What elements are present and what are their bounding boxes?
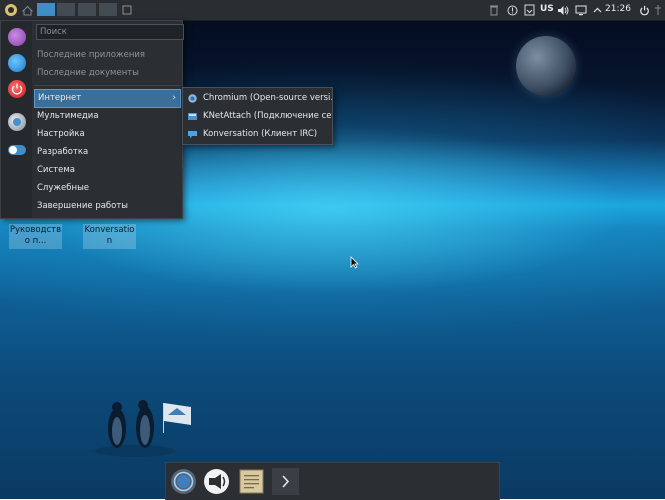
tray-expand-icon[interactable] [592, 2, 602, 18]
info-icon[interactable] [506, 2, 518, 18]
chromium-icon [188, 94, 197, 103]
category-development[interactable]: Разработка [34, 144, 179, 161]
konversation-icon [188, 131, 197, 139]
chevron-right-icon [282, 475, 290, 488]
category-system[interactable]: Система [34, 162, 179, 179]
category-internet[interactable]: Интернет › [34, 89, 181, 108]
submenu-item-konversation[interactable]: Konversation (Клиент IRC) [183, 125, 332, 143]
category-shutdown[interactable]: Завершение работы [34, 198, 179, 215]
knetattach-icon [188, 113, 197, 120]
category-label: Интернет [38, 93, 82, 103]
category-label: Настройка [37, 129, 85, 139]
category-label: Разработка [37, 147, 89, 157]
recent-applications[interactable]: Последние приложения [37, 50, 145, 60]
show-desktop-icon[interactable] [121, 2, 133, 18]
favorite-app-purple-icon[interactable] [8, 28, 26, 46]
category-settings[interactable]: Настройка [34, 126, 179, 143]
category-label: Система [37, 165, 75, 175]
favorite-system-icon[interactable] [8, 113, 26, 131]
category-label: Завершение работы [37, 201, 129, 211]
menu-separator [34, 85, 180, 86]
power-icon[interactable] [638, 2, 650, 18]
favorite-browser-icon[interactable] [8, 54, 26, 72]
virtual-desktop-2[interactable] [57, 3, 75, 16]
category-utilities[interactable]: Служебные [34, 180, 179, 197]
submenu-item-chromium[interactable]: Chromium (Open-source versi… [183, 89, 332, 107]
app-launcher-button[interactable] [3, 2, 19, 18]
clock[interactable]: 21:26 [605, 4, 631, 14]
favorite-shutdown-icon[interactable] [8, 80, 26, 98]
volume-icon[interactable] [556, 2, 569, 18]
recent-documents[interactable]: Последние документы [37, 68, 139, 78]
penguins-wallpaper-element [95, 400, 191, 457]
virtual-desktop-4[interactable] [99, 3, 117, 16]
application-menu: Поиск Последние приложения Последние док… [0, 20, 184, 219]
virtual-desktop-3[interactable] [78, 3, 96, 16]
category-label: Мультимедиа [37, 111, 99, 121]
dock-text-editor-icon[interactable] [238, 468, 265, 495]
category-multimedia[interactable]: Мультимедиа [34, 108, 179, 125]
keyboard-layout-indicator[interactable]: US [540, 4, 554, 14]
updates-icon[interactable] [523, 2, 535, 18]
desktop-icon-guide[interactable]: Руководств о п... [9, 224, 62, 249]
planet-wallpaper-element [516, 36, 576, 96]
bottom-dock [165, 462, 500, 500]
trash-icon[interactable] [488, 2, 500, 18]
virtual-desktop-1[interactable] [37, 3, 55, 16]
home-icon[interactable] [21, 2, 33, 18]
dock-browser-icon[interactable] [170, 468, 197, 495]
chevron-right-icon: › [172, 93, 176, 103]
submenu-item-knetattach[interactable]: KNetAttach (Подключение сет… [183, 107, 332, 125]
category-label: Служебные [37, 183, 90, 193]
panel-settings-icon[interactable] [653, 2, 663, 18]
internet-submenu: Chromium (Open-source versi… KNetAttach … [182, 87, 333, 145]
submenu-item-label: KNetAttach (Подключение сет… [203, 111, 332, 121]
launcher-icon [5, 4, 17, 16]
submenu-item-label: Konversation (Клиент IRC) [203, 129, 318, 139]
dock-expand-button[interactable] [272, 468, 299, 495]
top-panel: US 21:26 [0, 0, 665, 21]
search-input[interactable]: Поиск [36, 24, 184, 40]
mouse-cursor [350, 256, 359, 269]
favorites-bar [1, 21, 32, 218]
favorite-settings-toggle-icon[interactable] [8, 145, 26, 155]
submenu-item-label: Chromium (Open-source versi… [203, 93, 332, 103]
network-icon[interactable] [574, 2, 587, 18]
desktop-icon-konversation[interactable]: Konversatio n [83, 224, 136, 249]
dock-konversation-icon[interactable] [203, 468, 230, 495]
